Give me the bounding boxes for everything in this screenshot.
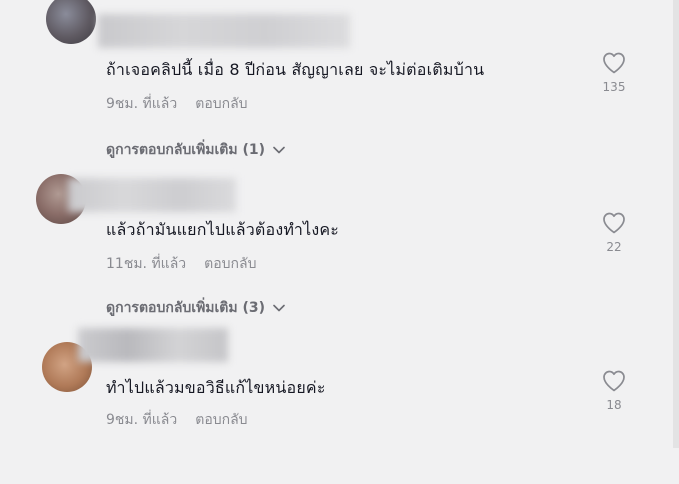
chevron-down-icon <box>273 304 285 312</box>
view-more-replies-label: ดูการตอบกลับเพิ่มเติม (1) <box>106 142 266 158</box>
reply-button[interactable]: ตอบกลับ <box>195 409 247 431</box>
avatar[interactable] <box>46 0 96 44</box>
comment-timestamp: 11ชม. ที่แล้ว <box>106 256 187 272</box>
like-count: 18 <box>606 398 622 412</box>
like-button[interactable]: 22 <box>594 212 634 254</box>
view-more-replies-button[interactable]: ดูการตอบกลับเพิ่มเติม (1) <box>106 139 285 161</box>
comment-meta: 9ชม. ที่แล้ว ตอบกลับ <box>106 93 248 115</box>
comment-item: แล้วถ้ามันแยกไปแล้วต้องทำไงคะ 11ชม. ที่แ… <box>0 162 679 322</box>
heart-outline-icon <box>603 212 625 234</box>
username-redacted[interactable] <box>98 14 350 48</box>
heart-outline-icon <box>603 370 625 392</box>
chevron-down-icon <box>273 146 285 154</box>
heart-outline-icon <box>603 52 625 74</box>
username-redacted[interactable] <box>68 178 236 212</box>
scrollbar-track[interactable] <box>673 0 679 448</box>
like-count: 22 <box>606 240 622 254</box>
comment-meta: 9ชม. ที่แล้ว ตอบกลับ <box>106 409 248 431</box>
comment-item: ทำไปแล้วมขอวิธีแก้ไขหน่อยค่ะ 9ชม. ที่แล้… <box>0 324 679 484</box>
comment-timestamp: 9ชม. ที่แล้ว <box>106 412 178 428</box>
view-more-replies-label: ดูการตอบกลับเพิ่มเติม (3) <box>106 300 266 316</box>
reply-button[interactable]: ตอบกลับ <box>204 253 256 275</box>
comment-text: แล้วถ้ามันแยกไปแล้วต้องทำไงคะ <box>106 220 340 239</box>
comment-item: ถ้าเจอคลิปนี้ เมื่อ 8 ปีก่อน สัญญาเลย จะ… <box>0 0 679 160</box>
view-more-replies-button[interactable]: ดูการตอบกลับเพิ่มเติม (3) <box>106 297 285 319</box>
reply-button[interactable]: ตอบกลับ <box>195 93 247 115</box>
comment-meta: 11ชม. ที่แล้ว ตอบกลับ <box>106 253 256 275</box>
username-redacted[interactable] <box>78 328 228 362</box>
like-button[interactable]: 135 <box>594 52 634 94</box>
like-button[interactable]: 18 <box>594 370 634 412</box>
comment-text: ถ้าเจอคลิปนี้ เมื่อ 8 ปีก่อน สัญญาเลย จะ… <box>106 60 485 79</box>
comment-timestamp: 9ชม. ที่แล้ว <box>106 96 178 112</box>
comment-text: ทำไปแล้วมขอวิธีแก้ไขหน่อยค่ะ <box>106 378 326 397</box>
like-count: 135 <box>602 80 626 94</box>
